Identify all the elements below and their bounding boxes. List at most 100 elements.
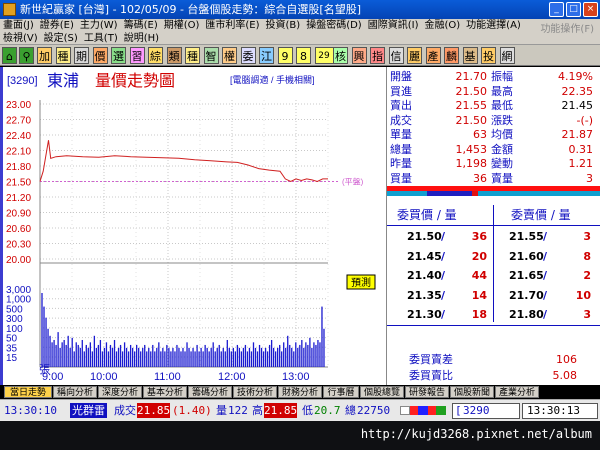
ticker-code-box[interactable]: [3290	[452, 403, 520, 419]
ask-slash: /	[543, 269, 548, 282]
toolbar-button[interactable]: 綜	[148, 47, 163, 64]
toolbar-button[interactable]: 指	[370, 47, 385, 64]
home-icon[interactable]: ⌂	[2, 47, 17, 64]
tab-9[interactable]: 研發報告	[405, 386, 449, 398]
quote-row: 買量 36 賣量 3	[387, 172, 600, 186]
ticker-trade-value: 21.85	[137, 403, 171, 418]
bid-slash: /	[441, 230, 446, 243]
menu-item[interactable]: 檢視(V)	[3, 33, 38, 44]
toolbar-button[interactable]: 委	[240, 47, 256, 64]
order-book-row: 21.40/44 21.65/2	[387, 266, 600, 286]
quote-row: 買進 21.50 最高 22.35	[387, 85, 600, 99]
menu-item[interactable]: 說明(H)	[124, 33, 159, 44]
ticker-volume-label: 量	[216, 404, 227, 417]
search-icon[interactable]: ⚲	[19, 47, 34, 64]
toolbar-button[interactable]: 9	[277, 47, 293, 64]
ticker-volume-value: 122	[228, 404, 248, 417]
toolbar-button[interactable]: 麟	[444, 47, 459, 64]
tab-10[interactable]: 個股新聞	[450, 386, 494, 398]
toolbar-button[interactable]: 產	[425, 47, 441, 64]
menu-item[interactable]: 主力(W)	[80, 20, 118, 31]
tab-7[interactable]: 行事曆	[323, 386, 359, 398]
chart-panel: [3290] 東浦 量價走勢圖 [電腦調適 / 手機相關] 23.00 22.70…	[0, 67, 386, 385]
menu-item[interactable]: 金融(O)	[424, 20, 460, 31]
toolbar-button[interactable]: 期	[74, 47, 89, 64]
toolbar-button[interactable]: 信	[388, 47, 404, 64]
toolbar-button[interactable]: 29	[314, 47, 334, 64]
toolbar-button[interactable]: 投	[481, 47, 496, 64]
menu-item[interactable]: 國際資訊(I)	[368, 20, 419, 31]
menu-item[interactable]: 投資(B)	[266, 20, 301, 31]
quick-toolbar: ⌂ ⚲ 加種期價選習綜類種智權委江 9 8 29 核興指信麗產麟基投網	[0, 45, 600, 66]
reference-price-label: (平盤)	[342, 177, 364, 187]
close-button[interactable]: ×	[583, 2, 598, 17]
ticker-trade-label: 成交	[114, 404, 136, 417]
price-y-tick: 20.30	[6, 240, 31, 251]
quote-value: 1,198	[455, 157, 488, 170]
ask-price: 21.65	[509, 269, 544, 282]
status-bar: http://kujd3268.pixnet.net/album	[0, 421, 600, 450]
bid-slash: /	[441, 288, 446, 302]
menu-function-ops[interactable]: 功能操作(F)	[540, 20, 594, 35]
ticker-total-value: 22750	[357, 404, 391, 417]
toolbar-button[interactable]: 智	[203, 47, 219, 64]
toolbar-button[interactable]: 價	[92, 47, 108, 64]
chart-grid	[39, 100, 329, 368]
toolbar-button[interactable]: 種	[55, 47, 71, 64]
quote-value: 1,453	[455, 142, 488, 156]
quote-row: 賣出 21.55 最低 21.45	[387, 99, 600, 113]
tab-11[interactable]: 產業分析	[495, 386, 539, 398]
ask-price: 21.80	[509, 308, 544, 321]
toolbar-button[interactable]: 種	[185, 47, 200, 64]
toolbar-button[interactable]: 核	[333, 47, 348, 64]
tab-0[interactable]: 當日走勢	[4, 386, 52, 398]
order-book-row: 21.30/18 21.80/3	[387, 305, 600, 325]
tab-2[interactable]: 深度分析	[98, 386, 142, 398]
quote-value: 4.19%	[558, 70, 593, 83]
toolbar-button[interactable]: 權	[222, 47, 237, 64]
menu-item[interactable]: 籌碼(E)	[124, 20, 158, 31]
ticker-stock-name[interactable]: 光群雷	[70, 403, 107, 418]
bid-slash: /	[441, 308, 446, 321]
toolbar-button[interactable]: 8	[296, 47, 311, 64]
toolbar-button[interactable]: 習	[129, 47, 145, 64]
toolbar-button[interactable]: 麗	[407, 47, 422, 64]
quote-label: 買量	[390, 171, 412, 185]
price-y-tick: 20.60	[6, 224, 31, 235]
menu-item[interactable]: 匯市利率(E)	[205, 20, 259, 31]
bid-ask-ratio-value: 5.08	[552, 369, 578, 382]
tab-8[interactable]: 個股總覽	[360, 386, 404, 398]
quote-label: 金額	[491, 142, 513, 156]
tab-6[interactable]: 財務分析	[278, 386, 322, 398]
minimize-button[interactable]: _	[549, 2, 564, 17]
title-bar: 新世紀贏家 [台灣] - 102/05/09 - 台盤個股走勢：綜合自選股[名望…	[0, 0, 600, 19]
menu-row-2: 檢視(V) 設定(S) 工具(T) 說明(H)	[3, 32, 165, 45]
toolbar-button[interactable]: 選	[111, 47, 126, 64]
tab-1[interactable]: 稱向分析	[53, 386, 97, 398]
ask-slash: /	[543, 308, 548, 321]
tab-3[interactable]: 基本分析	[143, 386, 187, 398]
toolbar-button[interactable]: 江	[259, 47, 274, 64]
menu-item[interactable]: 工具(T)	[84, 33, 118, 44]
toolbar-button[interactable]: 網	[499, 47, 515, 64]
toolbar-button[interactable]: 加	[37, 47, 52, 64]
menu-item[interactable]: 功能選擇(A)	[466, 20, 521, 31]
quote-label: 賣出	[390, 99, 412, 112]
clock-time: 13:30:13	[527, 404, 580, 417]
menu-item[interactable]: 設定(S)	[44, 33, 78, 44]
tab-5[interactable]: 技術分析	[233, 386, 277, 398]
toolbar-button[interactable]: 基	[462, 47, 478, 64]
menu-item[interactable]: 證券(E)	[40, 20, 74, 31]
toolbar-button[interactable]: 類	[166, 47, 182, 64]
quote-label: 最低	[491, 99, 513, 112]
menu-item[interactable]: 畫面(J)	[3, 20, 34, 31]
menu-item[interactable]: 期權(O)	[164, 20, 200, 31]
quote-row: 開盤 21.70 振幅 4.19%	[387, 70, 600, 84]
toolbar-button[interactable]: 興	[351, 47, 367, 64]
tab-4[interactable]: 籌碼分析	[188, 386, 232, 398]
menu-item[interactable]: 操盤密碼(D)	[306, 20, 362, 31]
bid-price: 21.45	[407, 249, 442, 263]
price-y-tick: 20.00	[6, 255, 31, 266]
maximize-button[interactable]: □	[566, 2, 581, 17]
bid-volume: 20	[471, 249, 487, 263]
